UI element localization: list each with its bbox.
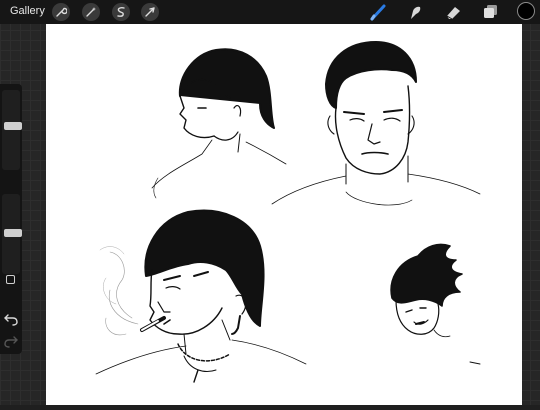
selection-icon[interactable] [112, 3, 130, 21]
magic-wand-icon[interactable] [82, 3, 100, 21]
brush-icon[interactable] [369, 2, 389, 22]
sketch-head-smoking [95, 209, 307, 383]
sketch-head-windswept [390, 243, 481, 365]
top-toolbar: Gallery [0, 0, 540, 24]
wrench-icon[interactable] [52, 3, 70, 21]
eraser-icon[interactable] [443, 2, 463, 22]
opacity-slider[interactable] [2, 194, 22, 274]
opacity-thumb[interactable] [4, 229, 22, 237]
modify-button[interactable] [6, 275, 15, 284]
drawing-canvas[interactable] [46, 24, 522, 405]
transform-arrow-icon[interactable] [141, 3, 159, 21]
left-sidebar [0, 84, 22, 354]
undo-icon[interactable] [3, 312, 19, 326]
sketch-head-profile [151, 48, 287, 199]
layers-icon[interactable] [480, 2, 500, 22]
sketch-head-frontal [271, 41, 481, 206]
gallery-button[interactable]: Gallery [10, 5, 45, 17]
brush-size-thumb[interactable] [4, 122, 22, 130]
sketch-artwork [95, 41, 481, 383]
redo-icon[interactable] [3, 334, 19, 348]
smudge-icon[interactable] [405, 2, 425, 22]
brush-size-slider[interactable] [2, 90, 22, 170]
color-picker-button[interactable] [517, 2, 535, 20]
